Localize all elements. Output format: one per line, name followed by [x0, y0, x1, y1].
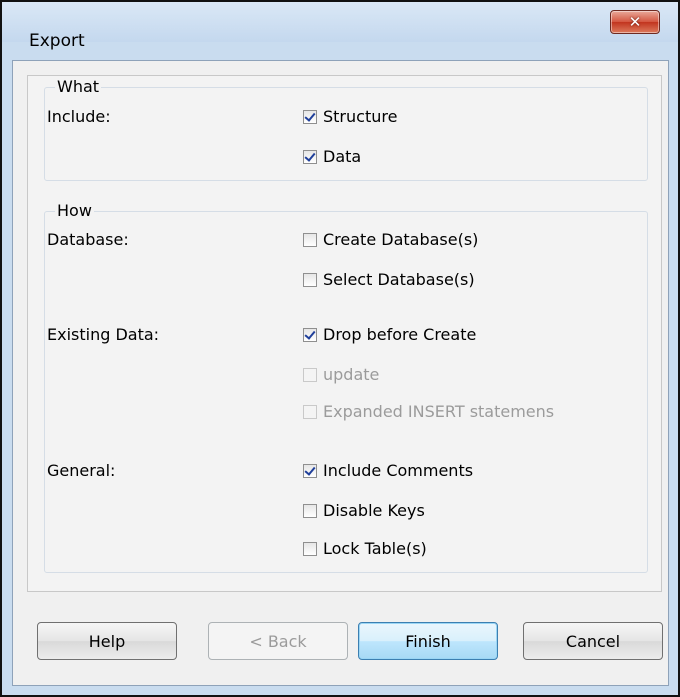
- help-button[interactable]: Help: [37, 622, 177, 660]
- finish-button[interactable]: Finish: [358, 622, 498, 660]
- how-groupbox: How Database: Create Database(s) Select …: [44, 201, 648, 573]
- lock-tables-label: Lock Table(s): [323, 539, 427, 558]
- select-database-checkbox[interactable]: [303, 273, 317, 287]
- include-comments-option[interactable]: Include Comments: [303, 461, 473, 481]
- lock-tables-option[interactable]: Lock Table(s): [303, 539, 427, 559]
- create-database-option[interactable]: Create Database(s): [303, 230, 478, 250]
- structure-label: Structure: [323, 107, 398, 126]
- data-label: Data: [323, 147, 362, 166]
- structure-checkbox[interactable]: [303, 110, 317, 124]
- data-checkbox[interactable]: [303, 150, 317, 164]
- include-label: Include:: [47, 107, 111, 126]
- data-option[interactable]: Data: [303, 147, 361, 167]
- expanded-insert-checkbox: [303, 405, 317, 419]
- general-label: General:: [47, 461, 116, 480]
- update-option: update: [303, 365, 379, 385]
- options-panel: What Include: Structure Data How Databas…: [27, 75, 662, 592]
- how-legend: How: [55, 201, 94, 221]
- drop-before-create-label: Drop before Create: [323, 325, 477, 344]
- select-database-label: Select Database(s): [323, 270, 475, 289]
- what-legend: What: [55, 77, 102, 97]
- disable-keys-label: Disable Keys: [323, 501, 425, 520]
- lock-tables-checkbox[interactable]: [303, 542, 317, 556]
- cancel-button[interactable]: Cancel: [523, 622, 663, 660]
- expanded-insert-option: Expanded INSERT statemens: [303, 402, 554, 422]
- update-label: update: [323, 365, 380, 384]
- dialog-client-area: What Include: Structure Data How Databas…: [12, 60, 669, 686]
- select-database-option[interactable]: Select Database(s): [303, 270, 475, 290]
- close-icon: ✕: [628, 13, 642, 31]
- close-button[interactable]: ✕: [610, 10, 660, 34]
- title-bar: ✕: [2, 2, 678, 42]
- create-database-label: Create Database(s): [323, 230, 479, 249]
- update-checkbox: [303, 368, 317, 382]
- back-button: < Back: [208, 622, 348, 660]
- create-database-checkbox[interactable]: [303, 233, 317, 247]
- drop-before-create-checkbox[interactable]: [303, 328, 317, 342]
- structure-option[interactable]: Structure: [303, 107, 397, 127]
- include-comments-checkbox[interactable]: [303, 464, 317, 478]
- database-label: Database:: [47, 230, 129, 249]
- expanded-insert-label: Expanded INSERT statemens: [323, 402, 555, 421]
- disable-keys-checkbox[interactable]: [303, 504, 317, 518]
- what-groupbox: What Include: Structure Data: [44, 77, 648, 181]
- drop-before-create-option[interactable]: Drop before Create: [303, 325, 476, 345]
- disable-keys-option[interactable]: Disable Keys: [303, 501, 425, 521]
- window-title: Export: [29, 31, 85, 51]
- existing-data-label: Existing Data:: [47, 325, 160, 344]
- include-comments-label: Include Comments: [323, 461, 474, 480]
- export-dialog: ✕ Export What Include: Structure Data Ho…: [0, 0, 680, 697]
